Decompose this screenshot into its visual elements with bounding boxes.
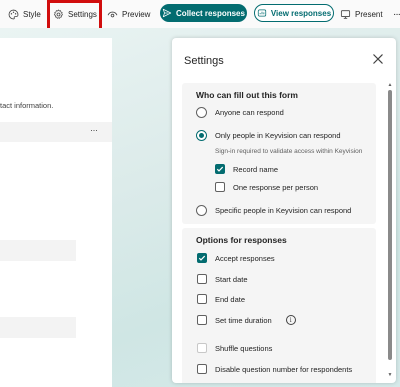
who-can-respond-title: Who can fill out this form <box>196 90 298 100</box>
option-only-keyvision[interactable]: Only people in Keyvision can respond <box>196 130 341 141</box>
record-name-label: Record name <box>233 164 279 174</box>
start-date-label: Start date <box>215 274 248 284</box>
checkbox-shuffle-questions[interactable] <box>197 343 207 353</box>
option-one-response[interactable]: One response per person <box>215 182 318 192</box>
checkbox-end-date[interactable] <box>197 294 207 304</box>
end-date-label: End date <box>215 294 246 304</box>
more-options-button[interactable]: ··· <box>393 0 400 28</box>
response-options-title: Options for responses <box>196 235 287 245</box>
checkmark-icon <box>198 255 206 261</box>
responses-icon <box>257 9 266 17</box>
present-button[interactable]: Present <box>340 0 383 28</box>
option-end-date[interactable]: End date <box>197 294 245 304</box>
checkbox-disable-question-number[interactable] <box>197 364 207 374</box>
style-button[interactable]: Style <box>8 0 41 28</box>
settings-highlight-box <box>47 0 102 31</box>
one-response-label: One response per person <box>233 182 319 192</box>
form-description: tact information. <box>0 101 54 110</box>
who-can-respond-section: Who can fill out this form Anyone can re… <box>182 83 376 224</box>
response-options-section: Options for responses Accept responses S… <box>182 228 376 383</box>
style-label: Style <box>23 9 41 19</box>
option-time-duration[interactable]: Set time duration i <box>197 315 296 325</box>
preview-label: Preview <box>122 9 151 19</box>
checkbox-record-name[interactable] <box>215 164 225 174</box>
close-icon[interactable] <box>372 53 384 65</box>
shuffle-questions-label: Shuffle questions <box>215 343 273 353</box>
option-specific-people-label: Specific people in Keyvision can respond <box>215 206 352 215</box>
more-icon: ··· <box>393 8 400 20</box>
time-duration-label: Set time duration <box>215 315 272 325</box>
collect-responses-button[interactable]: Collect responses <box>160 4 247 22</box>
eye-icon <box>107 11 118 17</box>
radio-specific-people[interactable] <box>196 205 207 216</box>
option-specific-people[interactable]: Specific people in Keyvision can respond <box>196 205 351 216</box>
option-disable-question-number[interactable]: Disable question number for respondents <box>197 364 352 374</box>
question-more-icon[interactable]: ··· <box>90 125 98 135</box>
info-icon[interactable]: i <box>285 315 296 325</box>
top-toolbar: Style Settings Preview Collect responses… <box>0 0 400 31</box>
option-start-date[interactable]: Start date <box>197 274 248 284</box>
sign-in-hint: Sign-in required to validate access with… <box>215 148 363 155</box>
collect-responses-label: Collect responses <box>176 8 245 18</box>
option-anyone[interactable]: Anyone can respond <box>196 107 284 118</box>
checkbox-one-response[interactable] <box>215 182 225 192</box>
disable-question-number-label: Disable question number for respondents <box>215 364 353 374</box>
answer-field[interactable] <box>0 240 76 261</box>
option-accept-responses[interactable]: Accept responses <box>197 253 275 263</box>
scroll-down-arrow-icon[interactable]: ▼ <box>387 372 393 378</box>
present-label: Present <box>355 9 383 19</box>
radio-only-keyvision[interactable] <box>196 130 207 141</box>
palette-icon <box>8 9 19 19</box>
checkbox-start-date[interactable] <box>197 274 207 284</box>
settings-scrollbar[interactable]: ▲ ▼ <box>387 82 393 378</box>
scroll-up-arrow-icon[interactable]: ▲ <box>387 82 393 88</box>
checkbox-time-duration[interactable] <box>197 315 207 325</box>
option-anyone-label: Anyone can respond <box>215 108 284 117</box>
accept-responses-label: Accept responses <box>215 253 275 263</box>
present-icon <box>340 9 351 19</box>
option-shuffle-questions[interactable]: Shuffle questions <box>197 343 272 353</box>
settings-panel-title: Settings <box>184 55 224 67</box>
view-responses-button[interactable]: View responses <box>254 4 334 22</box>
option-only-keyvision-label: Only people in Keyvision can respond <box>215 131 341 140</box>
view-responses-label: View responses <box>270 8 332 18</box>
checkbox-accept-responses[interactable] <box>197 253 207 263</box>
option-record-name[interactable]: Record name <box>215 164 278 174</box>
radio-anyone[interactable] <box>196 107 207 118</box>
settings-panel: Settings Who can fill out this form Anyo… <box>172 38 396 383</box>
checkmark-icon <box>216 166 224 172</box>
answer-field[interactable] <box>0 317 76 338</box>
send-icon <box>162 8 172 18</box>
scrollbar-thumb[interactable] <box>388 90 392 360</box>
preview-button[interactable]: Preview <box>107 0 150 28</box>
